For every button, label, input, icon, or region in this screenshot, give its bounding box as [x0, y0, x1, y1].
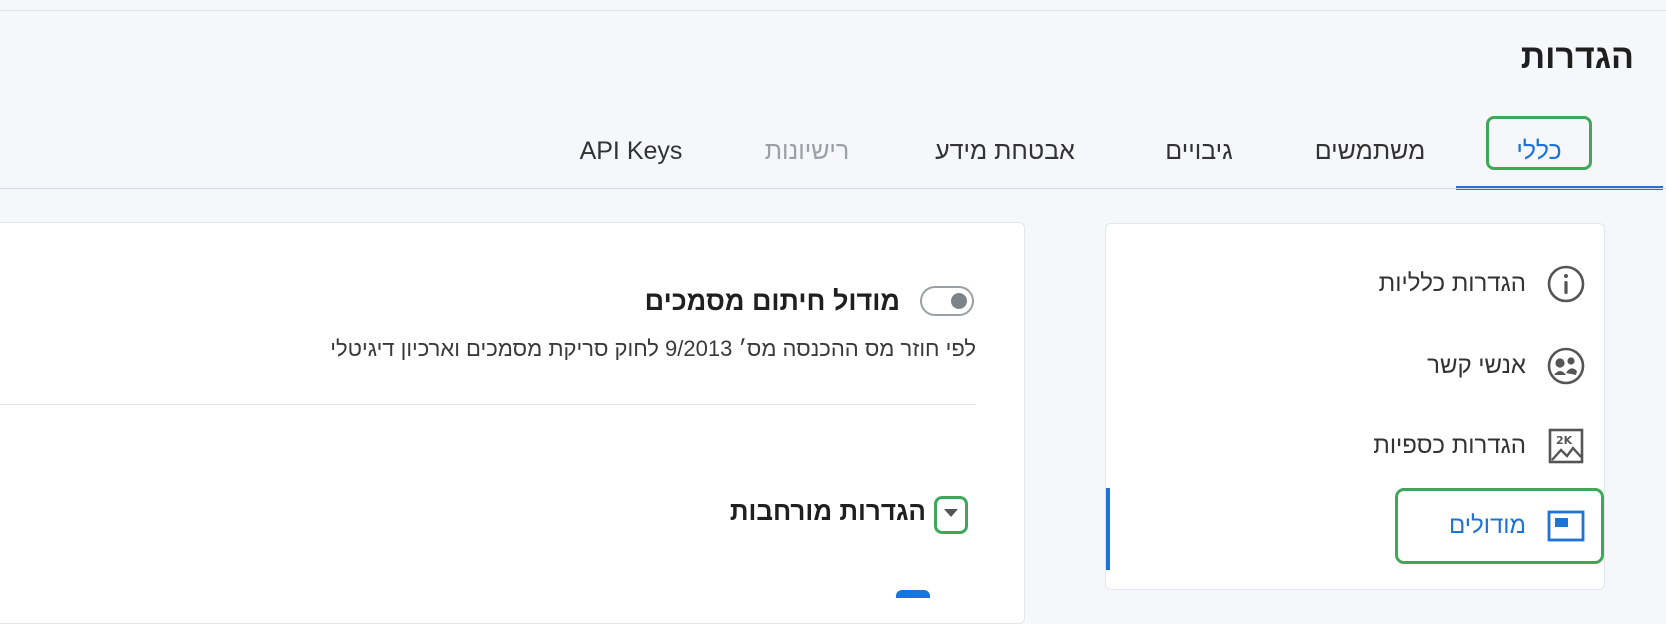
page-title: הגדרות — [1520, 38, 1634, 76]
sidebar-item-label: הגדרות כלליות — [1378, 270, 1526, 297]
advanced-settings-title: הגדרות מורחבות — [729, 496, 926, 526]
svg-text:2K: 2K — [1556, 434, 1573, 447]
caret-down-icon — [942, 506, 960, 524]
settings-sidebar: הגדרות כלליות אנשי קשר 2K הגדרות כספיות — [1105, 223, 1605, 590]
tab-general[interactable]: כללי — [1474, 128, 1604, 174]
settings-tabs: כללי משתמשים גיבויים אבטחת מידע רישיונות… — [0, 112, 1666, 190]
sidebar-item-modules[interactable]: מודולים — [1106, 496, 1604, 556]
tab-licenses[interactable]: רישיונות — [740, 128, 874, 174]
sidebar-item-contacts[interactable]: אנשי קשר — [1106, 336, 1604, 396]
modules-icon — [1546, 506, 1586, 546]
sidebar-active-indicator — [1106, 488, 1110, 570]
toggle-knob — [951, 293, 967, 309]
tab-security[interactable]: אבטחת מידע — [910, 128, 1100, 174]
contacts-icon — [1546, 346, 1586, 386]
section-divider — [0, 404, 976, 405]
info-icon — [1546, 264, 1586, 304]
top-divider — [0, 10, 1666, 11]
module-description: לפי חוזר מס ההכנסה מס׳ 9/2013 לחוק סריקת… — [330, 336, 976, 361]
advanced-settings-expand-button[interactable] — [934, 496, 968, 534]
modules-panel — [0, 222, 1025, 624]
sidebar-item-financial-settings[interactable]: 2K הגדרות כספיות — [1106, 416, 1604, 476]
sidebar-item-label: אנשי קשר — [1427, 352, 1526, 379]
tab-api-keys[interactable]: API Keys — [556, 128, 706, 174]
sidebar-item-label: הגדרות כספיות — [1373, 432, 1526, 459]
checkbox[interactable] — [896, 590, 930, 598]
sidebar-item-general-settings[interactable]: הגדרות כלליות — [1106, 254, 1604, 314]
module-title: מודול חיתום מסמכים — [644, 286, 900, 316]
document-signing-toggle[interactable] — [920, 286, 974, 316]
tab-users[interactable]: משתמשים — [1300, 128, 1440, 174]
tab-backups[interactable]: גיבויים — [1134, 128, 1264, 174]
tabs-divider — [0, 188, 1666, 189]
finance-icon: 2K — [1546, 426, 1586, 466]
sidebar-item-label: מודולים — [1448, 512, 1526, 539]
